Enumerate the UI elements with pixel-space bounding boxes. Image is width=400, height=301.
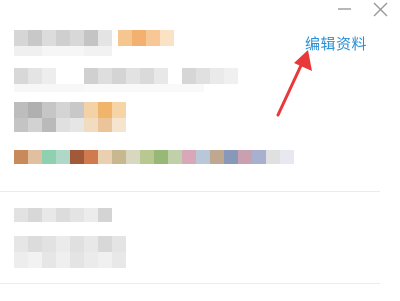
blurred-icon-strip [14, 150, 294, 164]
blurred-swatch [196, 150, 210, 164]
blurred-swatch [168, 150, 182, 164]
blurred-swatch [252, 150, 266, 164]
blurred-badges-row1 [14, 102, 126, 118]
blurred-swatch [224, 150, 238, 164]
blurred-swatch [154, 150, 168, 164]
blurred-nickname-lower [14, 46, 112, 56]
close-icon [373, 2, 388, 17]
blurred-swatch [112, 150, 126, 164]
profile-panel: 编辑资料 [0, 0, 400, 301]
blurred-swatch [28, 150, 42, 164]
blurred-swatch [126, 150, 140, 164]
annotation-arrow-icon [276, 50, 312, 117]
section-divider [0, 191, 380, 192]
blurred-swatch [238, 150, 252, 164]
blurred-swatch [42, 150, 56, 164]
close-button[interactable] [370, 0, 392, 20]
blurred-swatch [70, 150, 84, 164]
blurred-swatch [266, 150, 280, 164]
blurred-swatch [98, 150, 112, 164]
minimize-icon [338, 8, 351, 10]
blurred-badges-row2 [14, 118, 126, 132]
blurred-details [14, 236, 126, 252]
blurred-swatch [280, 150, 294, 164]
blurred-account-info [14, 68, 238, 84]
blurred-details-lower [14, 252, 126, 268]
blurred-swatch [182, 150, 196, 164]
blurred-signature [14, 208, 112, 222]
blurred-swatch [140, 150, 154, 164]
bottom-divider [0, 283, 380, 284]
blurred-swatch [84, 150, 98, 164]
minimize-button[interactable] [334, 0, 356, 20]
blurred-swatch [14, 150, 28, 164]
blurred-nickname [14, 30, 112, 46]
blurred-swatch [56, 150, 70, 164]
blurred-account-info-lower [14, 84, 204, 92]
blurred-level-badge [118, 30, 174, 46]
blurred-swatch [210, 150, 224, 164]
